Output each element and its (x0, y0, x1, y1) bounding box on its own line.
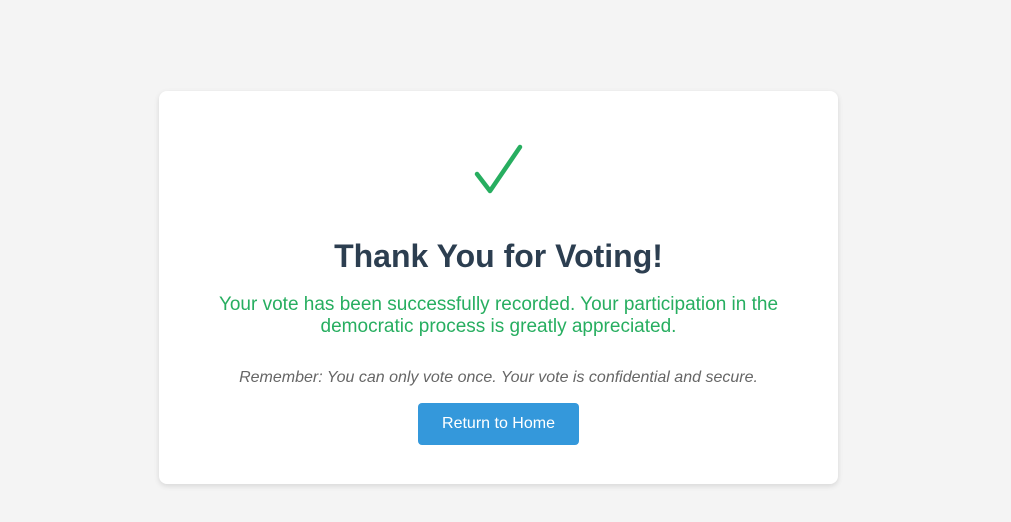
confidentiality-note: Remember: You can only vote once. Your v… (239, 369, 758, 386)
confirmation-card: Thank You for Voting! Your vote has been… (159, 91, 838, 484)
check-icon (159, 143, 838, 203)
success-message: Your vote has been successfully recorded… (199, 294, 798, 338)
success-message-line-1: Your vote has been successfully recorded… (218, 294, 779, 315)
return-home-button[interactable]: Return to Home (418, 403, 579, 445)
page-title: Thank You for Voting! (334, 238, 663, 274)
success-message-line-2: democratic process is greatly appreciate… (320, 316, 677, 337)
